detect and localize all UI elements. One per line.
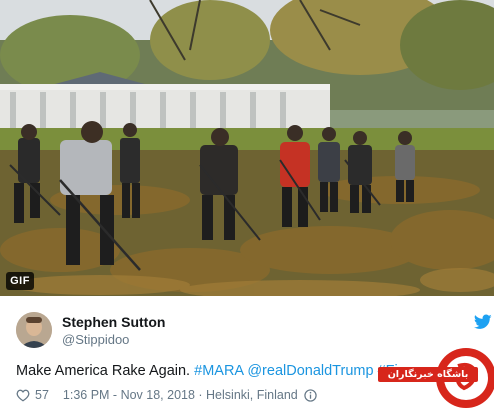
tweet-text-plain: Make America Rake Again. [16, 363, 195, 379]
mention-realdonaldtrump-link[interactable]: @realDonaldTrump [247, 363, 373, 379]
tweet-media-gif[interactable]: GIF [0, 0, 494, 296]
hashtag-mara-link[interactable]: #MARA [194, 363, 243, 379]
avatar-image [16, 312, 52, 348]
gif-badge: GIF [6, 272, 34, 290]
author-name[interactable]: Stephen Sutton [62, 314, 165, 330]
info-icon[interactable] [304, 388, 317, 402]
tweet-datetime-location[interactable]: 1:36 PM - Nov 18, 2018 · Helsinki, Finla… [63, 388, 298, 402]
twitter-bird-icon[interactable] [474, 314, 492, 330]
author-avatar[interactable] [16, 312, 52, 348]
author-handle[interactable]: @Stippidoo [62, 332, 129, 347]
site-watermark-text: باشگاه خبرنگاران [378, 367, 478, 382]
tweet-card[interactable]: GIF Stephen Sutton @Stippidoo Make Ameri… [0, 0, 494, 412]
heart-icon[interactable] [16, 389, 30, 402]
like-count[interactable]: 57 [35, 388, 49, 402]
gif-frame-image [0, 0, 494, 296]
tweet-footer: 57 1:36 PM - Nov 18, 2018 · Helsinki, Fi… [16, 388, 317, 402]
